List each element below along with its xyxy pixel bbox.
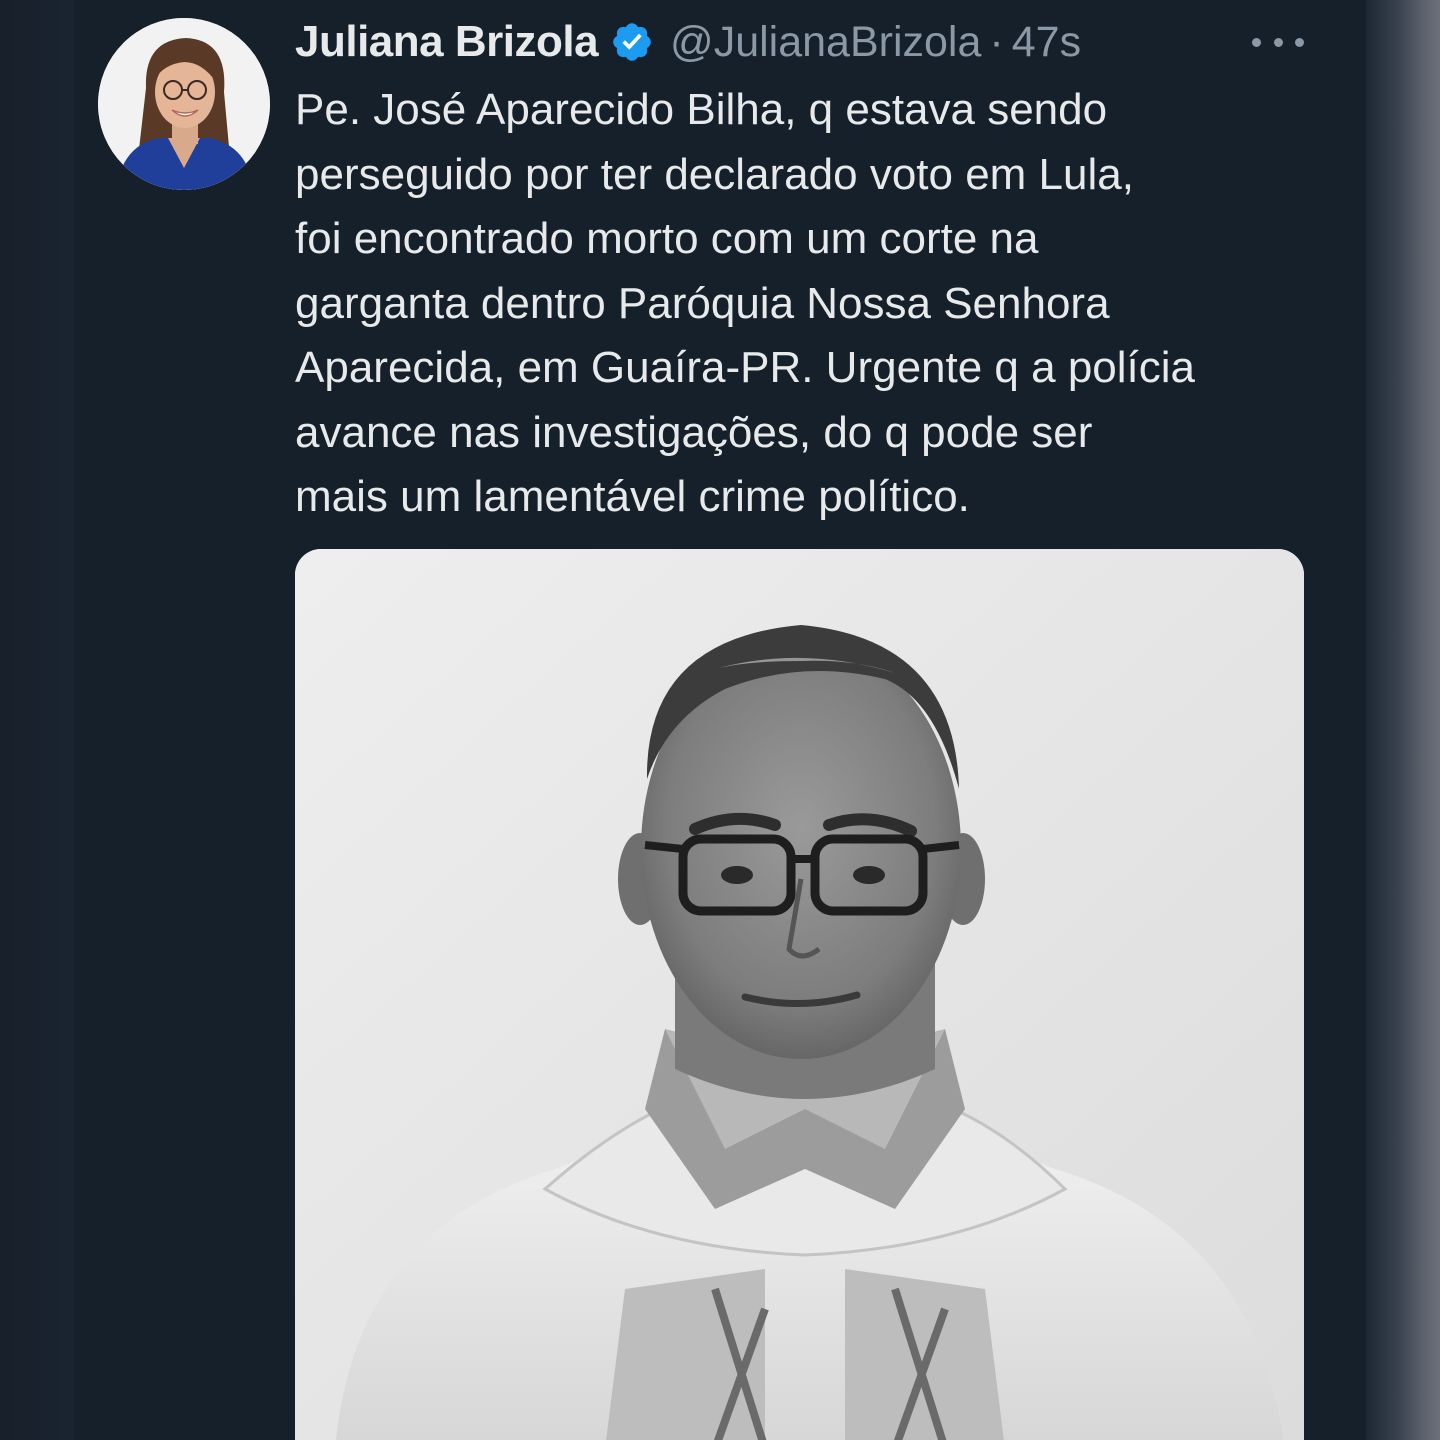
tweet-text-line: Aparecida, em Guaíra-PR. Urgente q a pol… bbox=[295, 343, 1196, 392]
header-separator: · bbox=[989, 17, 1004, 66]
tweet-text-line: garganta dentro Paróquia Nossa Senhora bbox=[295, 278, 1110, 328]
dot bbox=[1273, 37, 1283, 47]
right-backdrop bbox=[1366, 0, 1440, 1440]
tweet-text-line: foi encontrado morto com um corte na bbox=[295, 214, 1039, 263]
more-options-icon[interactable] bbox=[1252, 24, 1304, 60]
tweet-text-line: perseguido por ter declarado voto em Lul… bbox=[295, 149, 1134, 199]
tweet-text-line: Pe. José Aparecido Bilha, q estava sendo bbox=[295, 85, 1108, 134]
tweet-text-line: avance nas investigações, do q pode ser bbox=[295, 407, 1093, 457]
dot bbox=[1252, 37, 1261, 47]
tweet-text: Pe. José Aparecido Bilha, q estava sendo… bbox=[295, 78, 1325, 530]
left-backdrop bbox=[0, 0, 74, 1440]
tweet-media-photo[interactable] bbox=[295, 549, 1304, 1440]
tweet-text-line: mais um lamentável crime político. bbox=[295, 472, 970, 521]
tweet-header: Juliana Brizola @JulianaBrizola · 47s bbox=[295, 14, 1081, 70]
dot bbox=[1295, 37, 1304, 47]
author-handle[interactable]: @JulianaBrizola bbox=[670, 18, 981, 67]
priest-portrait-image bbox=[295, 549, 1304, 1440]
screenshot-page: Juliana Brizola @JulianaBrizola · 47s Pe… bbox=[0, 0, 1440, 1440]
tweet-timestamp[interactable]: 47s bbox=[1012, 18, 1081, 67]
verified-badge-icon bbox=[610, 20, 654, 64]
avatar-portrait bbox=[98, 18, 270, 190]
avatar[interactable] bbox=[98, 18, 270, 190]
author-name[interactable]: Juliana Brizola bbox=[295, 17, 599, 67]
tweet-card[interactable]: Juliana Brizola @JulianaBrizola · 47s Pe… bbox=[74, 0, 1366, 1440]
